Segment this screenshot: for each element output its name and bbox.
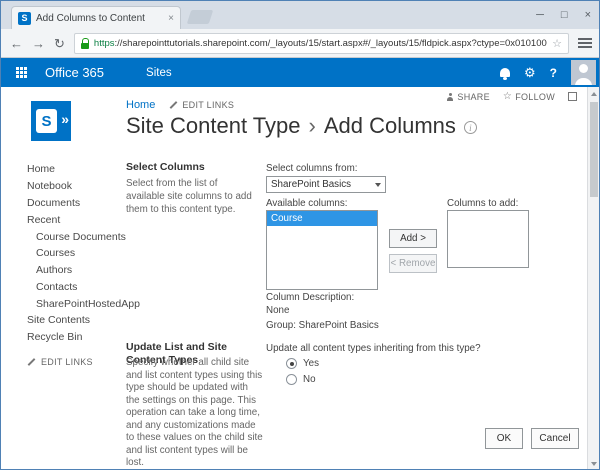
follow-label: FOLLOW bbox=[515, 92, 555, 102]
browser-titlebar: S Add Columns to Content × ─ □ × bbox=[1, 1, 600, 29]
sidebar-item-course-documents[interactable]: Course Documents bbox=[27, 228, 127, 245]
share-button[interactable]: SHARE bbox=[446, 92, 490, 102]
tab-close-icon[interactable]: × bbox=[168, 13, 174, 24]
cancel-button[interactable]: Cancel bbox=[531, 428, 579, 449]
edit-links-label: EDIT LINKS bbox=[182, 100, 234, 110]
page-title: Site Content Type › Add Columns i bbox=[126, 113, 477, 139]
sidebar-item-documents[interactable]: Documents bbox=[27, 195, 127, 212]
scrollbar-thumb[interactable] bbox=[590, 102, 598, 197]
window-controls: ─ □ × bbox=[536, 1, 591, 29]
update-types-description: Specify whether all child site and list … bbox=[126, 357, 264, 470]
browser-navbar: ← → ↻ https://sharepointtutorials.sharep… bbox=[1, 29, 600, 58]
url-scheme: https bbox=[94, 38, 115, 49]
office365-brand[interactable]: Office 365 bbox=[45, 65, 104, 80]
scrollbar-up-icon[interactable] bbox=[591, 92, 597, 96]
column-description-value: None bbox=[266, 305, 289, 316]
available-columns-label: Available columns: bbox=[266, 198, 348, 209]
ok-button[interactable]: OK bbox=[485, 428, 523, 449]
pencil-icon bbox=[28, 358, 36, 366]
window-maximize-icon[interactable]: □ bbox=[561, 9, 568, 21]
suite-right-icons: ⚙ ? bbox=[500, 60, 600, 85]
window-minimize-icon[interactable]: ─ bbox=[536, 9, 544, 21]
browser-menu-icon[interactable] bbox=[578, 38, 592, 48]
refresh-icon[interactable]: ↻ bbox=[54, 37, 65, 50]
sidebar-item-contacts[interactable]: Contacts bbox=[27, 278, 127, 295]
select-columns-from-label: Select columns from: bbox=[266, 163, 357, 174]
sidebar-item-recent[interactable]: Recent bbox=[27, 211, 127, 228]
radio-yes-label: Yes bbox=[303, 358, 319, 369]
column-group-text: Group: SharePoint Basics bbox=[266, 320, 379, 331]
help-icon[interactable]: ? bbox=[550, 66, 557, 80]
sidebar-item-site-contents[interactable]: Site Contents bbox=[27, 312, 127, 329]
new-tab-button[interactable] bbox=[187, 10, 214, 24]
sidebar-item-home[interactable]: Home bbox=[27, 161, 127, 178]
address-bar[interactable]: https://sharepointtutorials.sharepoint.c… bbox=[74, 33, 569, 54]
browser-window: S Add Columns to Content × ─ □ × ← → ↻ h… bbox=[0, 0, 600, 470]
sidebar-item-authors[interactable]: Authors bbox=[27, 262, 127, 279]
columns-to-add-listbox[interactable] bbox=[447, 210, 529, 268]
sidebar-item-recycle-bin[interactable]: Recycle Bin bbox=[27, 329, 127, 346]
update-types-question: Update all content types inheriting from… bbox=[266, 343, 481, 354]
chevron-down-icon bbox=[375, 183, 381, 187]
focus-on-content-icon[interactable] bbox=[568, 92, 577, 101]
sharepoint-page: SHARE ☆ FOLLOW S » Home EDIT LINKS Site … bbox=[1, 87, 600, 470]
breadcrumb-home-link[interactable]: Home bbox=[126, 99, 155, 111]
suite-bar: Office 365 Sites ⚙ ? bbox=[1, 58, 600, 87]
sharepoint-favicon-icon: S bbox=[18, 12, 31, 25]
columns-to-add-label: Columns to add: bbox=[447, 198, 518, 209]
logo-letter: S bbox=[36, 109, 57, 133]
remove-button[interactable]: < Remove bbox=[389, 254, 437, 273]
sidebar-item-courses[interactable]: Courses bbox=[27, 245, 127, 262]
page-title-sub: Add Columns bbox=[324, 113, 456, 139]
browser-tab[interactable]: S Add Columns to Content × bbox=[11, 6, 181, 29]
title-separator: › bbox=[309, 113, 316, 139]
radio-row-no: No bbox=[286, 374, 316, 385]
tab-title: Add Columns to Content bbox=[36, 13, 163, 24]
edit-links-top[interactable]: EDIT LINKS bbox=[169, 100, 234, 110]
info-icon[interactable]: i bbox=[464, 121, 477, 134]
sidebar-item-sharepointhostedapp[interactable]: SharePointHostedApp bbox=[27, 295, 127, 312]
quick-launch-nav: Home Notebook Documents Recent Course Do… bbox=[27, 161, 127, 367]
available-column-item-course[interactable]: Course bbox=[267, 211, 377, 226]
pencil-icon bbox=[170, 101, 178, 109]
notifications-bell-icon[interactable] bbox=[500, 68, 510, 77]
logo-chevron-icon: » bbox=[61, 111, 69, 127]
sidebar-item-notebook[interactable]: Notebook bbox=[27, 178, 127, 195]
follow-button[interactable]: ☆ FOLLOW bbox=[503, 91, 555, 102]
bookmark-star-icon[interactable]: ☆ bbox=[552, 37, 562, 50]
breadcrumb: Home EDIT LINKS bbox=[126, 99, 234, 111]
radio-row-yes: Yes bbox=[286, 358, 319, 369]
column-group-dropdown[interactable]: SharePoint Basics bbox=[266, 176, 386, 193]
padlock-icon bbox=[81, 38, 89, 49]
share-person-icon bbox=[446, 93, 454, 101]
settings-gear-icon[interactable]: ⚙ bbox=[524, 66, 536, 79]
page-scrollbar[interactable] bbox=[587, 87, 599, 470]
user-avatar[interactable] bbox=[571, 60, 596, 85]
page-actions: SHARE ☆ FOLLOW bbox=[446, 91, 577, 102]
back-icon[interactable]: ← bbox=[10, 37, 23, 50]
select-columns-description: Select from the list of available site c… bbox=[126, 177, 258, 216]
sharepoint-site-logo[interactable]: S » bbox=[31, 101, 71, 141]
follow-star-icon: ☆ bbox=[503, 91, 512, 102]
page-title-main: Site Content Type bbox=[126, 113, 301, 139]
window-close-icon[interactable]: × bbox=[585, 9, 591, 21]
available-columns-listbox[interactable]: Course bbox=[266, 210, 378, 290]
app-launcher-icon[interactable] bbox=[1, 58, 41, 87]
suite-nav-sites[interactable]: Sites bbox=[146, 67, 172, 79]
url-text: https://sharepointtutorials.sharepoint.c… bbox=[94, 38, 547, 49]
edit-links-sidebar[interactable]: EDIT LINKS bbox=[27, 357, 127, 367]
radio-no[interactable] bbox=[286, 374, 297, 385]
share-label: SHARE bbox=[457, 92, 490, 102]
url-rest: ://sharepointtutorials.sharepoint.com/_l… bbox=[115, 38, 548, 49]
radio-no-label: No bbox=[303, 374, 316, 385]
select-columns-heading: Select Columns bbox=[126, 161, 205, 174]
edit-links-sidebar-label: EDIT LINKS bbox=[41, 357, 93, 367]
scrollbar-down-icon[interactable] bbox=[591, 462, 597, 466]
add-button[interactable]: Add > bbox=[389, 229, 437, 248]
column-description-label: Column Description: bbox=[266, 292, 354, 303]
column-group-selected-value: SharePoint Basics bbox=[271, 179, 351, 190]
forward-icon[interactable]: → bbox=[32, 37, 45, 50]
radio-yes[interactable] bbox=[286, 358, 297, 369]
